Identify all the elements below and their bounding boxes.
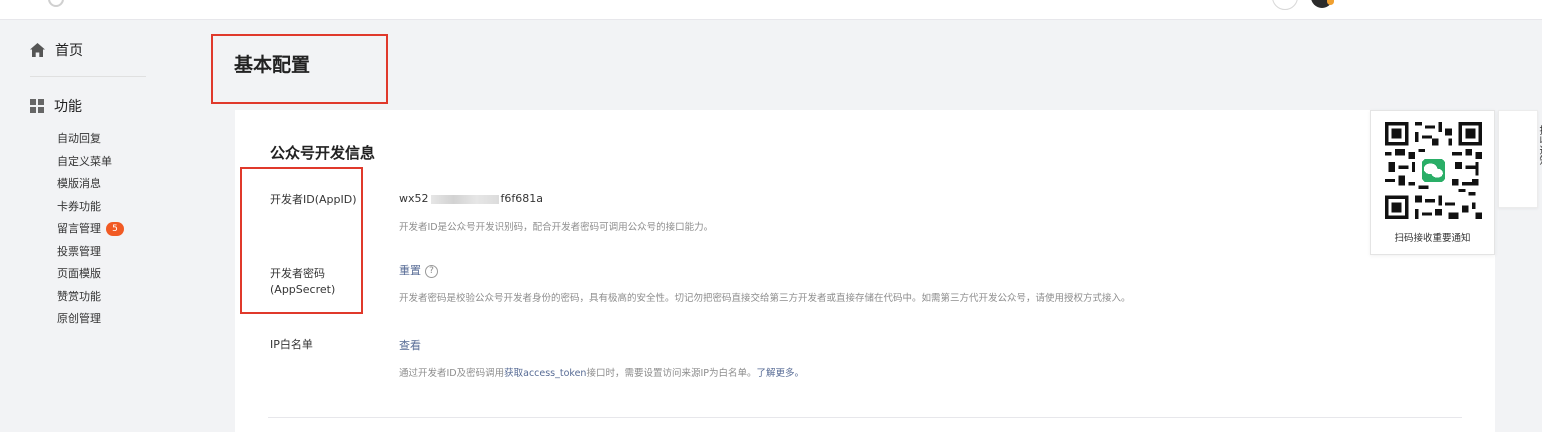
sidebar-item-cards[interactable]: 卡券功能 — [57, 196, 124, 218]
sidebar-sub-menu: 自动回复 自定义菜单 模版消息 卡券功能 留言管理 5 投票管理 页面模版 赞赏功… — [57, 128, 124, 331]
qr-notification-panel: 扫码接收重要通知 — [1370, 110, 1495, 255]
ip-whitelist-label: IP白名单 — [270, 338, 313, 351]
reset-secret-link[interactable]: 重置 — [399, 264, 421, 277]
appid-description: 开发者ID是公众号开发识别码，配合开发者密码可调用公众号的接口能力。 — [399, 222, 714, 233]
sidebar-home-label: 首页 — [55, 43, 83, 59]
sidebar-item-label: 自动回复 — [57, 132, 101, 145]
sidebar-section-function[interactable]: 功能 — [30, 96, 82, 116]
sidebar-item-label: 卡券功能 — [57, 199, 101, 213]
home-icon — [30, 43, 45, 57]
masked-appid — [430, 194, 499, 204]
card-divider — [268, 417, 1462, 418]
appsecret-description: 开发者密码是校验公众号开发者身份的密码，具有极高的安全性。切记勿把密码直接交给第… — [399, 293, 1131, 304]
top-bar — [0, 0, 1542, 20]
ip-desc-middle: 接口时，需要设置访问来源IP为白名单。 — [586, 368, 757, 379]
appsecret-label: 开发者密码 (AppSecret) — [270, 266, 335, 298]
status-dot-icon — [1327, 0, 1334, 5]
access-token-link[interactable]: 获取access_token — [504, 368, 586, 379]
appsecret-actions: 重置? — [399, 262, 438, 278]
qr-code-icon — [1385, 122, 1482, 219]
sidebar-item-home[interactable]: 首页 — [30, 40, 83, 60]
qr-caption: 扫码接收重要通知 — [1394, 233, 1471, 244]
sidebar-item-template-message[interactable]: 模版消息 — [57, 173, 124, 195]
sidebar-item-label: 页面模版 — [57, 267, 101, 280]
sidebar-divider — [30, 76, 146, 77]
sidebar-item-original[interactable]: 原创管理 — [57, 308, 124, 330]
notification-icon[interactable] — [1272, 0, 1298, 10]
search-icon[interactable] — [48, 0, 64, 7]
grid-icon — [30, 99, 44, 113]
sidebar-item-votes[interactable]: 投票管理 — [57, 241, 124, 263]
appid-label: 开发者ID(AppID) — [270, 193, 357, 206]
comments-count-badge: 5 — [106, 222, 124, 236]
sidebar-item-label: 自定义菜单 — [57, 154, 112, 168]
sidebar-item-custom-menu[interactable]: 自定义菜单 — [57, 151, 124, 173]
sidebar-function-label: 功能 — [54, 99, 82, 115]
receive-notification-tab[interactable]: 接收通知 — [1498, 110, 1542, 208]
help-icon[interactable]: ? — [425, 264, 438, 278]
sidebar-item-label: 原创管理 — [57, 312, 101, 325]
sidebar-item-page-templates[interactable]: 页面模版 — [57, 263, 124, 285]
section-title: 公众号开发信息 — [270, 144, 376, 162]
appsecret-label-line1: 开发者密码 — [270, 267, 325, 280]
ip-whitelist-description: 通过开发者ID及密码调用获取access_token接口时，需要设置访问来源IP… — [399, 365, 804, 379]
appid-value-suffix: f6f681a — [500, 192, 543, 205]
sidebar-item-rewards[interactable]: 赞赏功能 — [57, 286, 124, 308]
sidebar-item-label: 模版消息 — [57, 177, 101, 190]
page-title: 基本配置 — [234, 54, 311, 76]
ip-whitelist-actions: 查看 — [399, 337, 421, 353]
ip-desc-prefix: 通过开发者ID及密码调用 — [399, 368, 505, 379]
view-ip-whitelist-link[interactable]: 查看 — [399, 339, 421, 352]
sidebar-item-label: 赞赏功能 — [57, 289, 101, 303]
appsecret-label-line2: (AppSecret) — [270, 283, 336, 296]
sidebar-item-comments[interactable]: 留言管理 5 — [57, 218, 124, 240]
appid-value-prefix: wx52 — [399, 192, 429, 205]
receive-notification-label: 接收通知 — [1537, 125, 1542, 165]
learn-more-link[interactable]: 了解更多。 — [756, 368, 804, 379]
sidebar-item-label: 留言管理 — [57, 222, 101, 235]
sidebar-item-label: 投票管理 — [57, 244, 101, 258]
sidebar-item-auto-reply[interactable]: 自动回复 — [57, 128, 124, 150]
appid-value[interactable]: wx52 f6f681a — [399, 192, 543, 205]
